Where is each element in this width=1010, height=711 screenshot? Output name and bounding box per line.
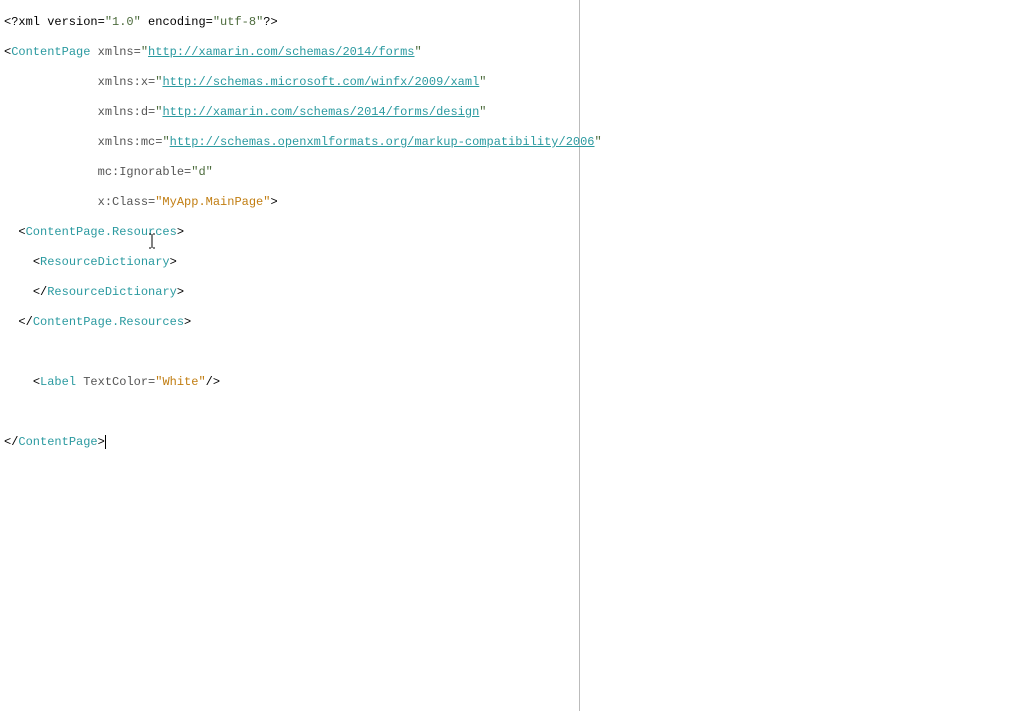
url-link[interactable]: http://xamarin.com/schemas/2014/forms (148, 45, 414, 59)
code-line (4, 345, 575, 360)
url-link[interactable]: http://schemas.microsoft.com/winfx/2009/… (162, 75, 479, 89)
text-caret (105, 435, 106, 449)
right-panel (580, 0, 1010, 711)
code-line: <?xml version="1.0" encoding="utf-8"?> (4, 15, 575, 30)
url-link[interactable]: http://xamarin.com/schemas/2014/forms/de… (162, 105, 479, 119)
code-line: <Label TextColor="White"/> (4, 375, 575, 390)
url-link[interactable]: http://schemas.openxmlformats.org/markup… (170, 135, 595, 149)
code-line: xmlns:d="http://xamarin.com/schemas/2014… (4, 105, 575, 120)
code-line: </ContentPage.Resources> (4, 315, 575, 330)
code-line (4, 405, 575, 420)
code-line: xmlns:mc="http://schemas.openxmlformats.… (4, 135, 575, 150)
code-line: <ContentPage xmlns="http://xamarin.com/s… (4, 45, 575, 60)
code-line: </ResourceDictionary> (4, 285, 575, 300)
code-line: mc:Ignorable="d" (4, 165, 575, 180)
code-line: <ContentPage.Resources> (4, 225, 575, 240)
code-line: </ContentPage> (4, 435, 575, 450)
code-line: x:Class="MyApp.MainPage"> (4, 195, 575, 210)
code-editor[interactable]: <?xml version="1.0" encoding="utf-8"?> <… (0, 0, 580, 711)
code-line: xmlns:x="http://schemas.microsoft.com/wi… (4, 75, 575, 90)
code-line: <ResourceDictionary> (4, 255, 575, 270)
